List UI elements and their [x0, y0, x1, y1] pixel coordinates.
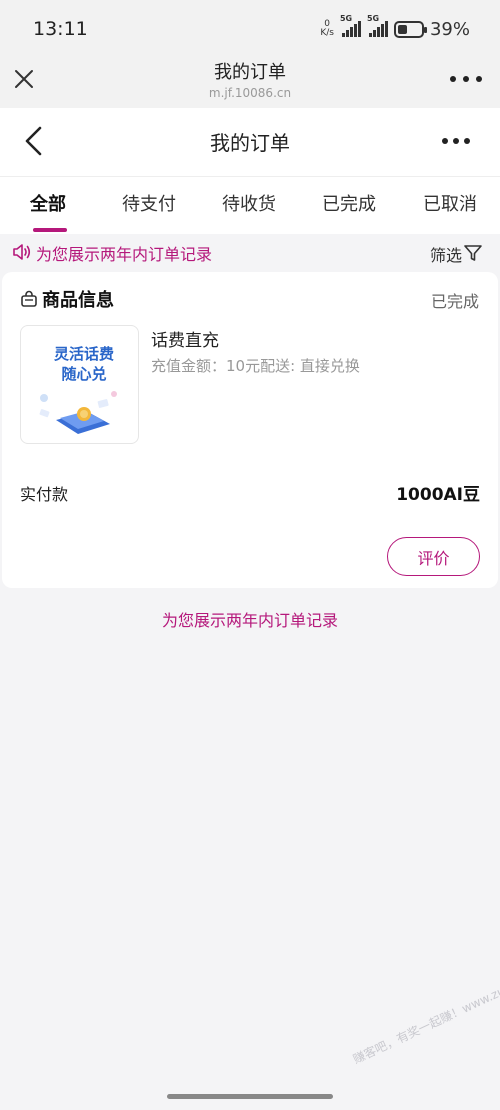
webview-url: m.jf.10086.cn: [208, 86, 292, 100]
webview-title: 我的订单: [214, 62, 286, 83]
review-button[interactable]: 评价: [387, 537, 480, 576]
status-indicators: 0 K/s 5G 5G 39%: [320, 14, 470, 42]
speaker-icon: [12, 243, 32, 261]
product-description: 充值金额：10元配送: 直接兑换: [151, 357, 360, 375]
tab-pending-payment[interactable]: 待支付: [122, 190, 176, 216]
more-icon[interactable]: [442, 136, 470, 146]
paid-amount-value: 1000AI豆: [396, 485, 480, 505]
page-title: 我的订单: [210, 131, 290, 155]
tab-completed[interactable]: 已完成: [322, 190, 376, 216]
tab-all[interactable]: 全部: [30, 190, 66, 216]
footer-note: 为您展示两年内订单记录: [161, 611, 338, 630]
signal-icon-2: 5G: [367, 14, 388, 37]
filter-button[interactable]: 筛选: [430, 242, 462, 266]
battery-icon: [393, 20, 427, 38]
bag-icon: [20, 290, 38, 308]
network-speed: 0 K/s: [320, 19, 334, 38]
product-name[interactable]: 话费直充: [151, 326, 219, 351]
tab-pending-receipt[interactable]: 待收货: [222, 190, 276, 216]
more-icon[interactable]: [450, 64, 482, 94]
thumbnail-caption: 灵活话费 随心兑: [53, 345, 114, 383]
filter-icon[interactable]: [463, 243, 483, 263]
watermark: 赚客吧，有奖一起赚！www.zuanke8.com: [350, 955, 500, 1067]
thumbnail-illustration: [28, 380, 132, 440]
home-indicator[interactable]: [167, 1094, 333, 1099]
order-status: 已完成: [430, 292, 479, 311]
active-tab-indicator: [33, 228, 67, 232]
status-time: 13:11: [33, 18, 88, 40]
signal-icon: 5G: [340, 14, 361, 37]
paid-amount-label: 实付款: [20, 485, 69, 504]
battery-percent: 39%: [429, 18, 470, 40]
section-title: 商品信息: [42, 290, 114, 311]
tab-cancelled[interactable]: 已取消: [423, 190, 477, 216]
notice-text: 为您展示两年内订单记录: [36, 245, 213, 264]
